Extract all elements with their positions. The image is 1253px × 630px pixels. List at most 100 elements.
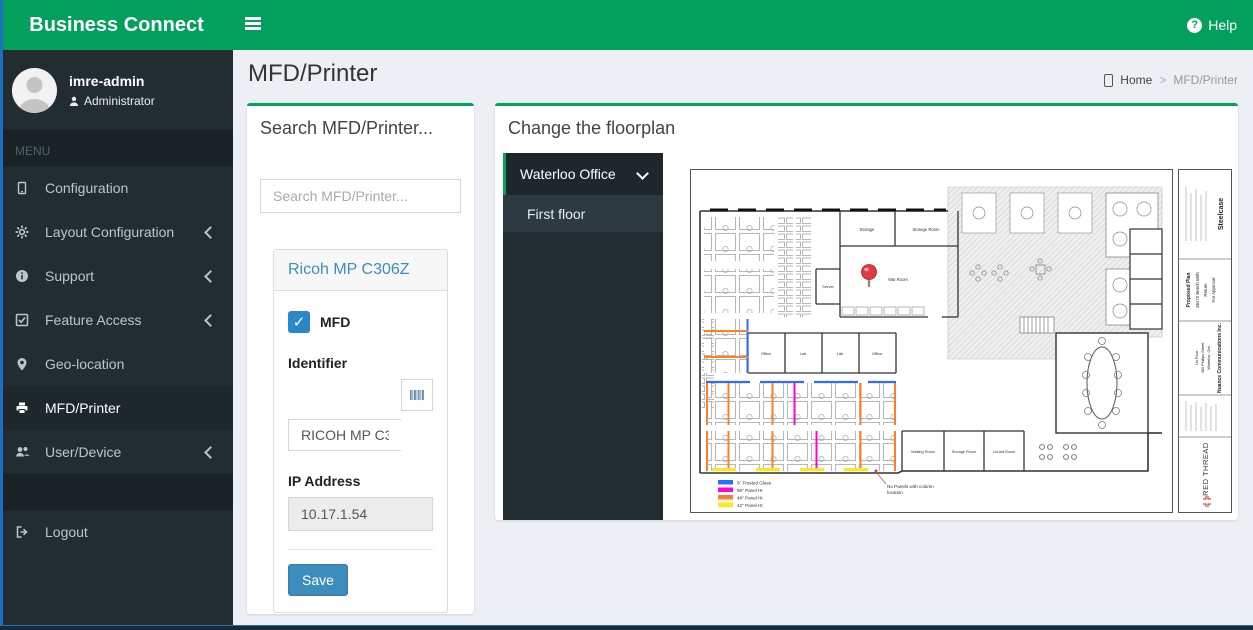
window-border-bottom bbox=[0, 625, 1253, 630]
sidebar-item-feature-access[interactable]: Feature Access bbox=[0, 298, 233, 342]
app-window: Business Connect ? Help imre-admin Admin… bbox=[0, 0, 1253, 630]
top-navbar: Business Connect ? Help bbox=[0, 0, 1253, 50]
titleblock: Steelcase Proposed Plan 36x72 Bench With… bbox=[1179, 170, 1232, 513]
barcode-button[interactable] bbox=[401, 379, 433, 411]
identifier-label: Identifier bbox=[288, 355, 433, 371]
sidebar-item-mfd-printer[interactable]: MFD/Printer bbox=[0, 386, 233, 430]
device-panel-title: Ricoh MP C306Z bbox=[274, 250, 447, 291]
user-role: Administrator bbox=[84, 94, 155, 108]
stairs bbox=[1020, 317, 1054, 333]
question-circle-icon: ? bbox=[1187, 18, 1202, 33]
printer-icon bbox=[15, 401, 35, 415]
legend-swatch-66-panel bbox=[718, 488, 733, 493]
floorplan-card: Change the floorplan Waterloo Office Fir… bbox=[495, 103, 1238, 520]
chevron-left-icon bbox=[204, 270, 217, 283]
legend-swatch-48-panel bbox=[718, 495, 733, 500]
check-icon: ✓ bbox=[293, 313, 306, 331]
room-label-storage-room: Storage Room bbox=[913, 227, 941, 232]
breadcrumb: Home > MFD/Printer bbox=[1104, 73, 1238, 87]
sidebar-toggle-button[interactable] bbox=[245, 17, 263, 33]
sidebar-item-logout[interactable]: Logout bbox=[0, 510, 233, 554]
identifier-input[interactable] bbox=[288, 419, 401, 451]
titleblock-proposal2: 36x72 Bench With bbox=[1195, 272, 1200, 308]
desk-cluster bbox=[704, 269, 774, 313]
brand-text: Business Connect bbox=[29, 14, 203, 37]
sign-out-icon bbox=[15, 525, 35, 539]
page-title: MFD/Printer bbox=[248, 60, 377, 88]
titleblock-client: Nuance Communications Inc. bbox=[1217, 322, 1223, 393]
room-label-lab-a: Lab bbox=[800, 351, 807, 356]
room-label-office-b: Office bbox=[872, 351, 883, 356]
tablet-icon bbox=[15, 181, 35, 195]
help-label: Help bbox=[1208, 17, 1237, 33]
titleblock-proposal1: Proposed Plan bbox=[1186, 272, 1192, 307]
user-panel: imre-admin Administrator bbox=[0, 50, 233, 130]
floor-item-first-floor[interactable]: First floor bbox=[503, 195, 663, 232]
titleblock-vendor: RED THREAD bbox=[1201, 442, 1210, 496]
room-label-war-room: War Room bbox=[888, 277, 908, 282]
desk-cluster bbox=[704, 217, 774, 261]
room-label-waiting: Waiting Room bbox=[911, 450, 935, 454]
sidebar-item-layout-configuration[interactable]: Layout Configuration bbox=[0, 210, 233, 254]
titleblock-addr3: Waterloo, Ont bbox=[1207, 345, 1211, 369]
floorplan-image[interactable]: Storage Storage Room War Room Server bbox=[690, 169, 1232, 513]
map-marker-icon bbox=[15, 357, 35, 371]
chevron-left-icon bbox=[204, 314, 217, 327]
brand-logo[interactable]: Business Connect bbox=[0, 0, 233, 50]
bench-row bbox=[706, 431, 896, 471]
home-icon bbox=[1104, 74, 1113, 87]
breadcrumb-home-link[interactable]: Home bbox=[1120, 73, 1152, 87]
breadcrumb-separator: > bbox=[1159, 73, 1166, 87]
office-selector-waterloo[interactable]: Waterloo Office bbox=[503, 153, 663, 195]
window-border-left bbox=[0, 0, 3, 630]
sidebar-item-user-device[interactable]: User/Device bbox=[0, 430, 233, 474]
legend-swatch-frosted-glass bbox=[718, 480, 733, 485]
titleblock-addr2: 460 Phillips Street bbox=[1201, 342, 1205, 374]
search-input[interactable] bbox=[260, 179, 461, 213]
info-icon bbox=[15, 269, 35, 283]
titleblock-addr1: 1st Floor bbox=[1195, 350, 1199, 366]
legend-label: 6" Frosted Glass bbox=[737, 481, 772, 486]
room-label-server: Server bbox=[822, 284, 834, 289]
users-icon bbox=[15, 445, 35, 459]
barcode-icon bbox=[409, 388, 425, 402]
plan-note-line1: No Panels with column bbox=[887, 484, 934, 489]
sidebar-item-configuration[interactable]: Configuration bbox=[0, 166, 233, 210]
legend-label: 66" Panel Ht bbox=[737, 488, 763, 493]
conference-room bbox=[1056, 333, 1148, 433]
titleblock-proposal3: Return bbox=[1203, 283, 1208, 297]
floorplan-sheet: Storage Storage Room War Room Server bbox=[691, 170, 1173, 513]
floorplan-card-title: Change the floorplan bbox=[495, 106, 1238, 139]
legend-swatch-42-panel bbox=[718, 503, 733, 508]
room-label-storage-b: Storage Room bbox=[952, 450, 976, 454]
menu-section-label: MENU bbox=[0, 130, 233, 166]
room-label-office-a: Office bbox=[761, 351, 772, 356]
storage-rack bbox=[796, 217, 811, 317]
floorplan-nav: Waterloo Office First floor bbox=[503, 153, 663, 520]
legend-label: 42" Panel Ht bbox=[737, 503, 763, 508]
user-name: imre-admin bbox=[69, 73, 155, 89]
ip-address-label: IP Address bbox=[288, 473, 433, 489]
divider bbox=[288, 549, 433, 550]
avatar bbox=[12, 68, 57, 113]
search-mfd-card: Search MFD/Printer... Ricoh MP C306Z ✓ M… bbox=[247, 103, 474, 614]
user-icon bbox=[69, 96, 79, 106]
mfd-checkbox[interactable]: ✓ bbox=[288, 311, 310, 333]
sidebar-item-support[interactable]: Support bbox=[0, 254, 233, 298]
bench-row bbox=[706, 383, 896, 425]
gear-icon bbox=[15, 225, 35, 239]
device-panel: Ricoh MP C306Z ✓ MFD Identifier IP Addre… bbox=[273, 249, 448, 613]
search-card-title: Search MFD/Printer... bbox=[247, 106, 474, 139]
titleblock-proposal4: For Approval bbox=[1211, 278, 1216, 303]
storage-rack bbox=[778, 217, 793, 317]
sidebar: imre-admin Administrator MENU Configurat… bbox=[0, 50, 233, 626]
room-label-storage: Storage bbox=[860, 227, 875, 232]
save-button[interactable]: Save bbox=[288, 564, 348, 596]
check-square-icon bbox=[15, 313, 35, 327]
room-label-first-aid: 1st Aid Room bbox=[993, 450, 1016, 454]
help-link[interactable]: ? Help bbox=[1187, 0, 1237, 50]
sidebar-item-geo-location[interactable]: Geo-location bbox=[0, 342, 233, 386]
mfd-checkbox-label: MFD bbox=[320, 314, 350, 330]
room-label-lab-b: Lab bbox=[837, 351, 844, 356]
chevron-left-icon bbox=[204, 226, 217, 239]
